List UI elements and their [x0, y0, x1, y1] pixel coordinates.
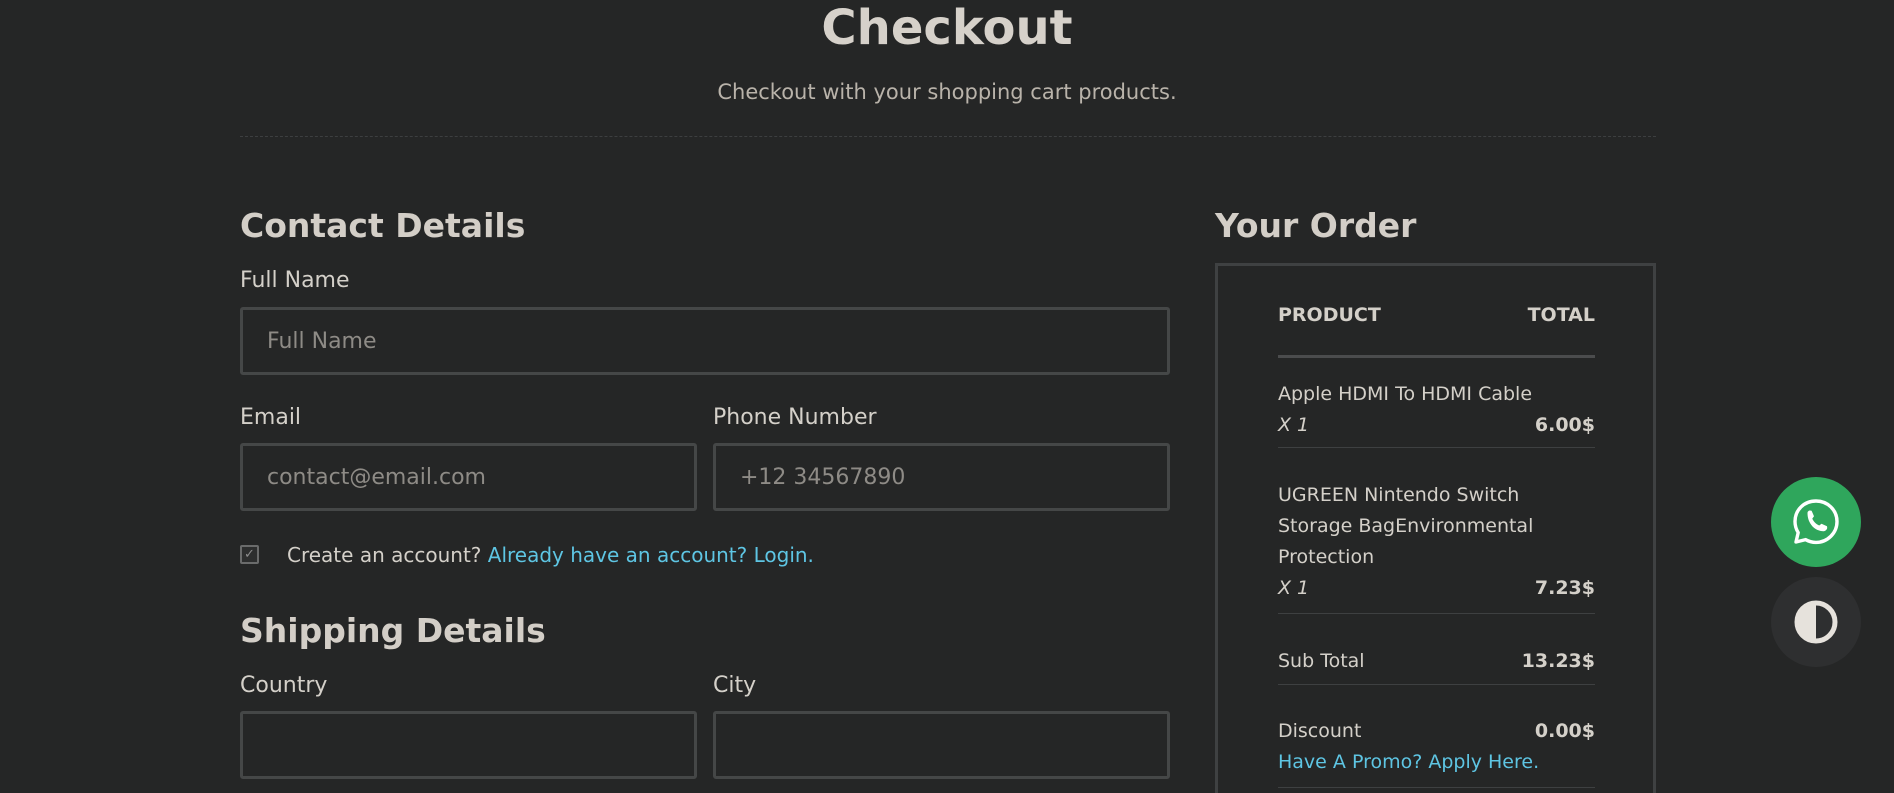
order-item-price: 6.00$: [1534, 414, 1595, 436]
whatsapp-icon: [1793, 499, 1839, 545]
create-account-checkbox[interactable]: ✓: [240, 545, 259, 564]
order-item: Apple HDMI To HDMI Cable X 1 6.00$: [1278, 379, 1595, 448]
page-title: Checkout: [821, 0, 1073, 56]
login-link[interactable]: Already have an account? Login.: [488, 543, 814, 567]
promo-link[interactable]: Have A Promo? Apply Here.: [1278, 747, 1539, 778]
full-name-label: Full Name: [240, 268, 350, 293]
shipping-details-title: Shipping Details: [240, 611, 546, 650]
discount-value: 0.00$: [1534, 720, 1595, 742]
full-name-input[interactable]: [240, 307, 1170, 375]
phone-input[interactable]: [713, 443, 1170, 511]
subtotal-label: Sub Total: [1278, 650, 1365, 672]
country-input[interactable]: [240, 711, 697, 779]
create-account-row: Create an account? Already have an accou…: [287, 541, 814, 569]
country-label: Country: [240, 673, 328, 698]
checkout-page: Checkout Checkout with your shopping car…: [0, 0, 1894, 793]
order-item-name: Apple HDMI To HDMI Cable: [1278, 383, 1533, 405]
contrast-icon: [1794, 600, 1838, 644]
order-summary-box: PRODUCT TOTAL Apple HDMI To HDMI Cable X…: [1215, 263, 1656, 793]
create-account-text: Create an account?: [287, 543, 482, 567]
order-item-qty: X 1: [1278, 577, 1310, 599]
page-subtitle: Checkout with your shopping cart product…: [717, 80, 1177, 104]
header-divider: [240, 136, 1656, 137]
subtotal-row: Sub Total 13.23$: [1278, 646, 1595, 685]
discount-label: Discount: [1278, 720, 1362, 742]
city-label: City: [713, 673, 757, 698]
order-item: UGREEN Nintendo Switch Storage BagEnviro…: [1278, 480, 1595, 614]
order-item-price: 7.23$: [1534, 577, 1595, 599]
contact-details-title: Contact Details: [240, 206, 526, 245]
phone-label: Phone Number: [713, 405, 877, 430]
your-order-title: Your Order: [1215, 206, 1417, 245]
order-item-qty: X 1: [1278, 414, 1310, 436]
column-header-product: PRODUCT: [1278, 304, 1381, 326]
email-input[interactable]: [240, 443, 697, 511]
whatsapp-button[interactable]: [1771, 477, 1861, 567]
city-input[interactable]: [713, 711, 1170, 779]
subtotal-value: 13.23$: [1521, 650, 1595, 672]
order-table-header: PRODUCT TOTAL: [1278, 304, 1595, 358]
theme-toggle-button[interactable]: [1771, 577, 1861, 667]
discount-row: Discount 0.00$ Have A Promo? Apply Here.: [1278, 716, 1595, 788]
email-label: Email: [240, 405, 302, 430]
order-item-name: UGREEN Nintendo Switch Storage BagEnviro…: [1278, 484, 1534, 568]
column-header-total: TOTAL: [1527, 304, 1595, 326]
